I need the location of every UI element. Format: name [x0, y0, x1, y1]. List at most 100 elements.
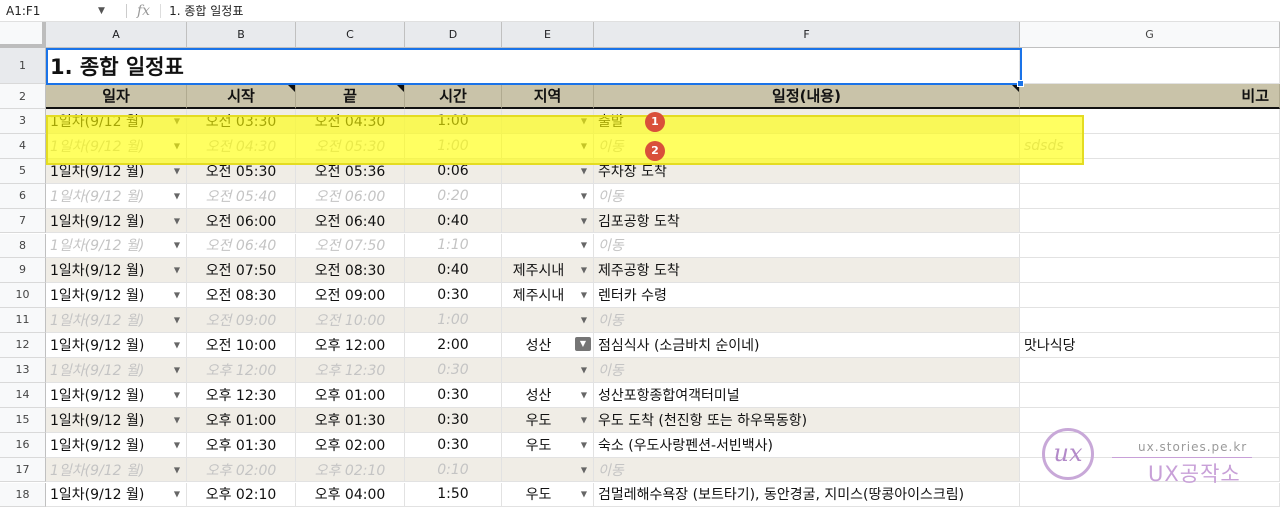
dropdown-arrow-icon[interactable]: ▼	[174, 241, 180, 250]
start-time[interactable]: 오후 12:00	[187, 358, 296, 383]
note-cell[interactable]	[1020, 208, 1280, 234]
row-header[interactable]: 4	[0, 133, 46, 159]
region-dropdown[interactable]: ▼	[502, 109, 594, 134]
start-time[interactable]: 오후 12:30	[187, 382, 296, 408]
schedule-content[interactable]: 검멀레해수욕장 (보트타기), 동안경굴, 지미스(땅콩아이스크림)	[594, 482, 1020, 508]
region-dropdown[interactable]: ▼	[502, 233, 594, 259]
dropdown-arrow-icon[interactable]: ▼	[174, 390, 180, 399]
region-dropdown[interactable]: 제주시내 ▼	[502, 258, 594, 284]
schedule-content[interactable]: 점심식사 (소금바치 순이네)	[594, 333, 1020, 358]
duration[interactable]: 0:20	[405, 183, 502, 209]
note-cell[interactable]	[1020, 258, 1280, 284]
row-header[interactable]: 13	[0, 358, 46, 383]
dropdown-arrow-icon[interactable]: ▼	[581, 241, 587, 250]
region-dropdown[interactable]: ▼	[502, 358, 594, 383]
fill-handle[interactable]	[1017, 80, 1024, 87]
day-dropdown[interactable]: 1일차(9/12 월) ▼	[46, 432, 187, 458]
row-header[interactable]: 17	[0, 457, 46, 483]
dropdown-arrow-icon[interactable]: ▼	[581, 415, 587, 424]
start-time[interactable]: 오전 07:50	[187, 258, 296, 284]
schedule-content[interactable]: 성산포항종합여객터미널	[594, 382, 1020, 408]
schedule-content[interactable]: 주차장 도착	[594, 158, 1020, 184]
day-dropdown[interactable]: 1일차(9/12 월) ▼	[46, 382, 187, 408]
day-dropdown[interactable]: 1일차(9/12 월) ▼	[46, 407, 187, 433]
row-header[interactable]: 14	[0, 382, 46, 408]
row-header[interactable]: 5	[0, 158, 46, 184]
duration[interactable]: 0:40	[405, 208, 502, 234]
dropdown-arrow-icon[interactable]: ▼	[174, 191, 180, 200]
day-dropdown[interactable]: 1일차(9/12 월) ▼	[46, 308, 187, 334]
region-dropdown[interactable]: 성산 ▼	[502, 382, 594, 408]
note-cell[interactable]	[1020, 233, 1280, 259]
note-cell[interactable]	[1020, 308, 1280, 334]
start-time[interactable]: 오전 05:40	[187, 183, 296, 209]
start-time[interactable]: 오후 02:10	[187, 482, 296, 508]
row-header[interactable]: 10	[0, 283, 46, 309]
duration[interactable]: 0:06	[405, 158, 502, 184]
end-time[interactable]: 오전 07:50	[296, 233, 405, 259]
note-cell[interactable]	[1020, 283, 1280, 309]
duration[interactable]: 2:00	[405, 333, 502, 358]
dropdown-arrow-icon[interactable]: ▼	[174, 490, 180, 499]
header-day[interactable]: 일자	[46, 84, 187, 109]
row-header[interactable]: 15	[0, 407, 46, 433]
start-time[interactable]: 오전 06:00	[187, 208, 296, 234]
region-dropdown[interactable]: ▼	[502, 308, 594, 334]
end-time[interactable]: 오후 01:00	[296, 382, 405, 408]
end-time[interactable]: 오전 10:00	[296, 308, 405, 334]
start-time[interactable]: 오전 05:30	[187, 158, 296, 184]
dropdown-arrow-icon[interactable]: ▼	[174, 166, 180, 175]
header-end[interactable]: 끝	[296, 84, 405, 109]
end-time[interactable]: 오전 06:40	[296, 208, 405, 234]
column-header-b[interactable]: B	[187, 22, 296, 48]
dropdown-arrow-icon[interactable]: ▼	[174, 465, 180, 474]
region-dropdown[interactable]: ▼	[502, 183, 594, 209]
region-dropdown[interactable]: 제주시내 ▼	[502, 283, 594, 309]
duration[interactable]: 0:30	[405, 283, 502, 309]
dropdown-arrow-icon[interactable]: ▼	[174, 216, 180, 225]
end-time[interactable]: 오전 08:30	[296, 258, 405, 284]
region-dropdown[interactable]: ▼	[502, 457, 594, 483]
row-header[interactable]: 8	[0, 233, 46, 259]
column-header-e[interactable]: E	[502, 22, 594, 48]
column-header-d[interactable]: D	[405, 22, 502, 48]
note-cell[interactable]	[1020, 358, 1280, 383]
header-schedule[interactable]: 일정(내용)	[594, 84, 1020, 109]
duration[interactable]: 0:30	[405, 407, 502, 433]
day-dropdown[interactable]: 1일차(9/12 월) ▼	[46, 283, 187, 309]
schedule-content[interactable]: 김포공항 도착	[594, 208, 1020, 234]
row-header[interactable]: 7	[0, 208, 46, 234]
schedule-content[interactable]: 이동	[594, 183, 1020, 209]
day-dropdown[interactable]: 1일차(9/12 월) ▼	[46, 333, 187, 358]
region-dropdown[interactable]: 성산 ▼	[502, 333, 594, 358]
duration[interactable]: 1:00	[405, 109, 502, 134]
day-dropdown[interactable]: 1일차(9/12 월) ▼	[46, 233, 187, 259]
row-header[interactable]: 12	[0, 333, 46, 358]
end-time[interactable]: 오전 05:36	[296, 158, 405, 184]
formula-input[interactable]: 1. 종합 일정표	[160, 3, 243, 18]
dropdown-arrow-icon[interactable]: ▼	[174, 266, 180, 275]
schedule-content[interactable]: 이동	[594, 308, 1020, 334]
row-header[interactable]: 11	[0, 308, 46, 334]
dropdown-arrow-icon[interactable]: ▼	[581, 316, 587, 325]
cell-g1[interactable]	[1020, 48, 1280, 84]
note-cell[interactable]	[1020, 109, 1280, 134]
dropdown-arrow-icon[interactable]: ▼	[581, 365, 587, 374]
schedule-content[interactable]: 숙소 (우도사랑펜션-서빈백사)	[594, 432, 1020, 458]
row-header[interactable]: 3	[0, 109, 46, 134]
day-dropdown[interactable]: 1일차(9/12 월) ▼	[46, 133, 187, 159]
day-dropdown[interactable]: 1일차(9/12 월) ▼	[46, 158, 187, 184]
note-cell[interactable]: sdsds	[1020, 133, 1280, 159]
schedule-content[interactable]: 이동	[594, 457, 1020, 483]
end-time[interactable]: 오후 02:10	[296, 457, 405, 483]
name-box[interactable]: A1:F1 ▼	[0, 0, 120, 22]
start-time[interactable]: 오전 03:30	[187, 109, 296, 134]
dropdown-arrow-icon[interactable]: ▼	[581, 465, 587, 474]
day-dropdown[interactable]: 1일차(9/12 월) ▼	[46, 258, 187, 284]
dropdown-arrow-icon[interactable]: ▼	[581, 141, 587, 150]
duration[interactable]: 0:30	[405, 382, 502, 408]
end-time[interactable]: 오후 12:30	[296, 358, 405, 383]
schedule-content[interactable]: 렌터카 수령	[594, 283, 1020, 309]
region-dropdown[interactable]: 우도 ▼	[502, 432, 594, 458]
start-time[interactable]: 오전 09:00	[187, 308, 296, 334]
